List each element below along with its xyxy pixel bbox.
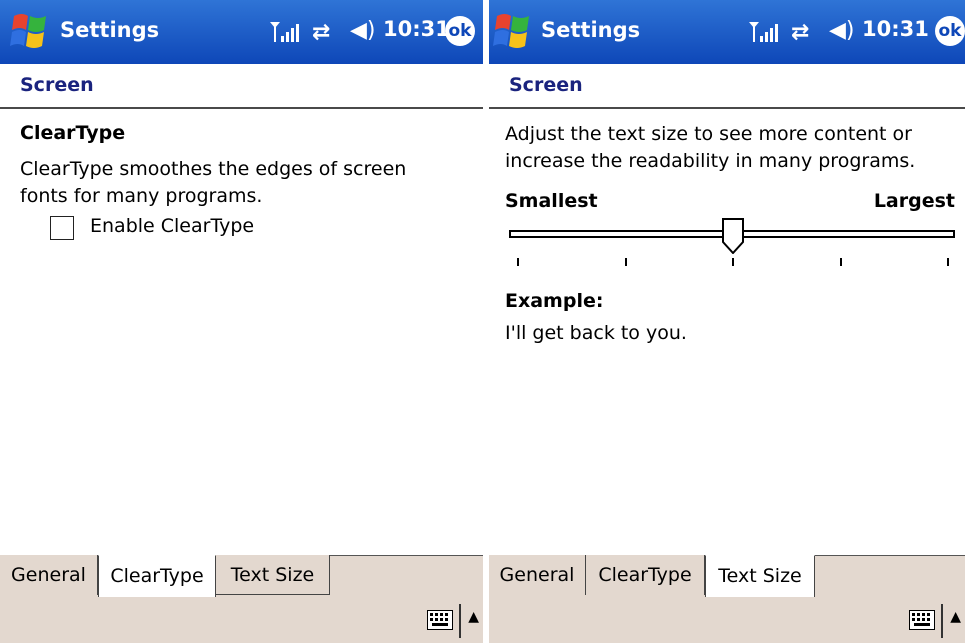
title-bar: Settings ⇄ ◀) 10:31 ok <box>489 0 965 64</box>
cleartype-description: ClearType smoothes the edges of screen f… <box>20 158 407 207</box>
cleartype-screen: Settings ⇄ ◀) 10:31 ok Screen ClearType … <box>0 0 483 643</box>
slider-tick <box>732 258 734 266</box>
menu-bar <box>0 598 483 643</box>
signal-icon[interactable] <box>268 18 300 46</box>
text-size-description-line2: increase the readability in many program… <box>505 150 916 172</box>
windows-start-icon[interactable] <box>8 10 50 54</box>
windows-start-icon[interactable] <box>491 10 533 54</box>
keyboard-icon[interactable] <box>909 610 935 630</box>
tab-cleartype[interactable]: ClearType <box>98 555 216 597</box>
keyboard-icon[interactable] <box>427 610 453 630</box>
sync-icon[interactable]: ⇄ <box>791 20 809 45</box>
volume-icon[interactable]: ◀) <box>350 18 376 43</box>
menu-separator <box>459 604 461 638</box>
tab-text-size[interactable]: Text Size <box>216 555 330 595</box>
clock-time[interactable]: 10:31 <box>862 17 929 41</box>
title-bar: Settings ⇄ ◀) 10:31 ok <box>0 0 483 64</box>
feature-title: ClearType <box>20 122 126 144</box>
app-title: Settings <box>541 18 641 42</box>
menu-separator <box>941 604 943 638</box>
slider-min-label: Smallest <box>505 190 598 212</box>
slider-max-label: Largest <box>873 190 955 212</box>
text-size-slider-thumb[interactable] <box>722 218 744 254</box>
tab-cleartype[interactable]: ClearType <box>586 555 705 595</box>
input-menu-arrow-icon[interactable]: ▲ <box>468 609 479 625</box>
signal-icon[interactable] <box>747 18 779 46</box>
example-label: Example: <box>505 290 604 312</box>
ok-icon[interactable]: ok <box>445 16 475 46</box>
section-heading: Screen <box>20 74 94 96</box>
tab-strip: General ClearType Text Size <box>489 555 965 599</box>
input-menu-arrow-icon[interactable]: ▲ <box>950 609 961 625</box>
clock-time[interactable]: 10:31 <box>383 17 450 41</box>
text-size-screen: Settings ⇄ ◀) 10:31 ok Screen Adjust the… <box>489 0 965 643</box>
heading-divider <box>489 107 965 109</box>
example-text: I'll get back to you. <box>505 322 687 344</box>
sync-icon[interactable]: ⇄ <box>312 20 330 45</box>
volume-icon[interactable]: ◀) <box>829 18 855 43</box>
text-size-description-line1: Adjust the text size to see more content… <box>505 123 912 145</box>
slider-tick <box>517 258 519 266</box>
section-heading: Screen <box>509 74 583 96</box>
slider-tick <box>624 258 627 266</box>
tab-general[interactable]: General <box>489 555 586 595</box>
tab-text-size[interactable]: Text Size <box>705 555 815 597</box>
heading-divider <box>0 107 483 109</box>
app-title: Settings <box>60 18 160 42</box>
enable-cleartype-checkbox[interactable] <box>50 216 74 240</box>
menu-bar <box>489 598 965 643</box>
slider-tick <box>947 258 949 266</box>
tab-general[interactable]: General <box>0 555 98 595</box>
ok-icon[interactable]: ok <box>935 16 965 46</box>
slider-tick <box>839 258 842 266</box>
enable-cleartype-label[interactable]: Enable ClearType <box>90 215 254 237</box>
tab-strip: General ClearType Text Size <box>0 555 483 599</box>
